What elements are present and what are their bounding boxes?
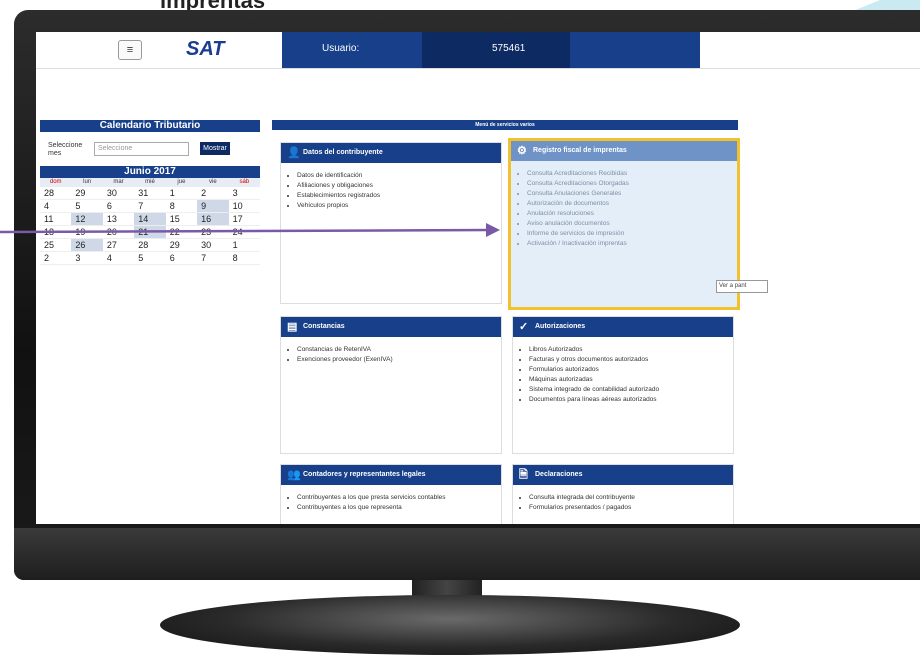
pointer-arrow [0, 223, 500, 237]
